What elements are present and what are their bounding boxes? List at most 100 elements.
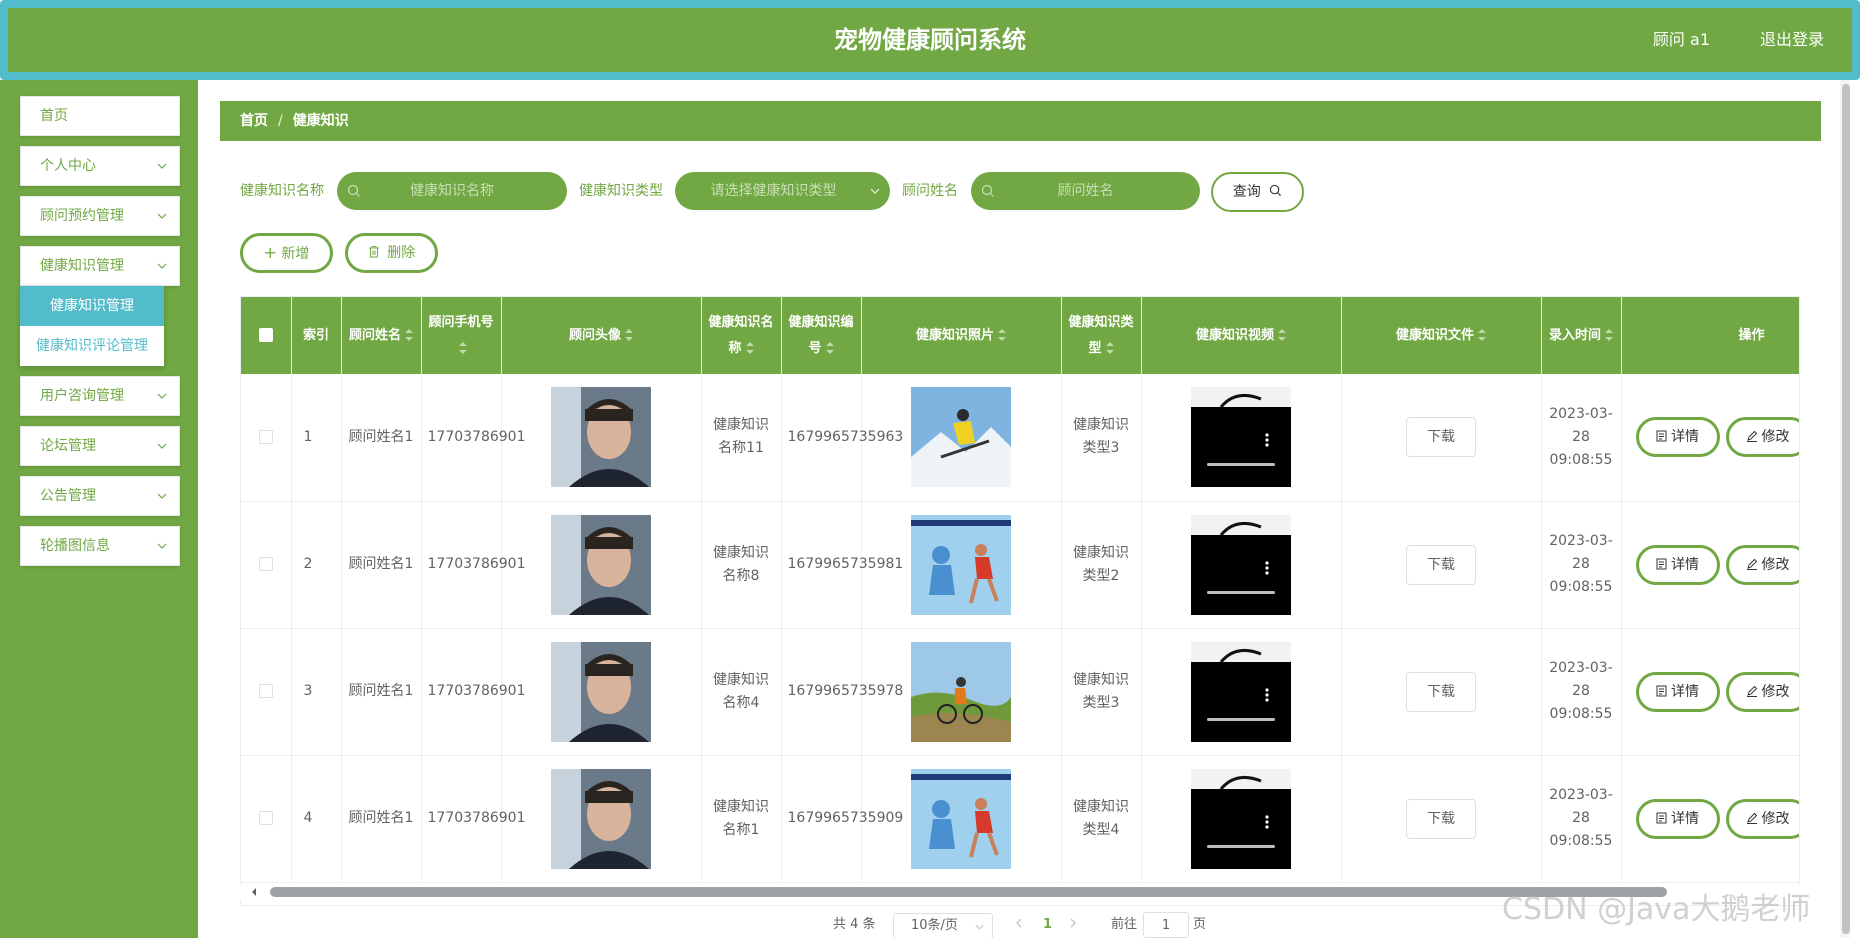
cell-name: 健康知识名称8 [701, 501, 782, 629]
header-advisor-avatar[interactable]: 顾问头像 [501, 297, 702, 374]
sidebar-item-label: 健康知识管理 [40, 258, 124, 274]
sort-icon[interactable] [405, 329, 413, 341]
search-advisor-input[interactable]: 顾问姓名 [971, 172, 1200, 210]
sort-icon[interactable] [1105, 342, 1114, 354]
row-checkbox[interactable] [258, 811, 273, 825]
sidebar-item-forum[interactable]: 论坛管理 [20, 426, 180, 466]
row-select-cell[interactable] [241, 374, 292, 502]
page-size-select[interactable]: 10条/页 [893, 913, 993, 938]
sidebar-item-personal-center[interactable]: 个人中心 [20, 146, 180, 186]
sidebar-item-home[interactable]: 首页 [20, 96, 180, 136]
header-video[interactable]: 健康知识视频 [1141, 297, 1342, 374]
cell-name: 健康知识名称1 [701, 755, 782, 883]
sidebar-item-carousel[interactable]: 轮播图信息 [20, 526, 180, 566]
row-select-cell[interactable] [241, 628, 292, 756]
header-time[interactable]: 录入时间 [1541, 297, 1622, 374]
detail-button-label: 详情 [1671, 429, 1699, 446]
detail-button[interactable]: 详情 [1635, 671, 1720, 712]
header-time-label: 录入时间 [1548, 327, 1601, 343]
advisor-avatar [551, 641, 651, 742]
chevron-down-icon [155, 427, 169, 465]
cell-time: 2023-03-28 09:08:55 [1541, 628, 1622, 756]
cell-time: 2023-03-28 09:08:55 [1541, 755, 1622, 883]
sort-icon[interactable] [1478, 329, 1486, 341]
sort-icon[interactable] [625, 329, 633, 341]
breadcrumb-current: 健康知识 [292, 113, 349, 129]
download-button[interactable]: 下载 [1406, 417, 1476, 458]
row-select-cell[interactable] [241, 501, 292, 629]
select-all-cell[interactable] [241, 297, 292, 374]
submenu-item-health-knowledge[interactable]: 健康知识管理 [20, 286, 164, 326]
row-checkbox[interactable] [258, 684, 273, 698]
page-number-current[interactable]: 1 [1043, 912, 1052, 938]
prev-page-button[interactable] [1015, 912, 1022, 938]
knowledge-video[interactable] [1191, 387, 1291, 488]
logout-button[interactable]: 退出登录 [1760, 8, 1824, 72]
health-knowledge-submenu: 健康知识管理 健康知识评论管理 [20, 286, 164, 366]
search-name-input[interactable]: 健康知识名称 [337, 172, 567, 210]
header-type[interactable]: 健康知识类型 [1061, 297, 1142, 374]
header-photo[interactable]: 健康知识照片 [861, 297, 1062, 374]
current-user: 顾问 a1 [1652, 30, 1710, 49]
chevron-down-icon [155, 477, 169, 515]
header-name[interactable]: 健康知识名称 [701, 297, 782, 374]
horizontal-scrollbar-thumb[interactable] [270, 887, 1667, 897]
row-select-cell[interactable] [241, 755, 292, 883]
table-row[interactable]: 2 顾问姓名1 17703786901 健康知识名称8 167996573598… [241, 501, 1799, 629]
row-checkbox[interactable] [258, 557, 273, 571]
goto-page-input[interactable]: 1 [1143, 912, 1189, 938]
delete-button[interactable]: 删除 [345, 233, 438, 273]
knowledge-video[interactable] [1191, 768, 1291, 869]
chevron-down-icon [975, 924, 984, 930]
cell-advisor-avatar [501, 628, 702, 756]
detail-button[interactable]: 详情 [1635, 417, 1720, 458]
download-button[interactable]: 下载 [1406, 798, 1476, 839]
table-row[interactable]: 3 顾问姓名1 17703786901 健康知识名称4 167996573597… [241, 628, 1799, 756]
sort-icon[interactable] [1605, 329, 1613, 341]
header-file[interactable]: 健康知识文件 [1341, 297, 1542, 374]
next-page-button[interactable] [1070, 912, 1077, 938]
sidebar-item-user-consult[interactable]: 用户咨询管理 [20, 376, 180, 416]
knowledge-video[interactable] [1191, 514, 1291, 615]
query-button[interactable]: 查询 [1211, 172, 1304, 212]
header-advisor-name[interactable]: 顾问姓名 [341, 297, 422, 374]
search-type-select[interactable]: 请选择健康知识类型 [675, 172, 890, 210]
cell-code: 1679965735978 [781, 628, 903, 756]
sidebar-item-announcements[interactable]: 公告管理 [20, 476, 180, 516]
edit-button[interactable]: 修改 [1725, 671, 1799, 712]
detail-button[interactable]: 详情 [1635, 798, 1720, 839]
edit-button[interactable]: 修改 [1725, 417, 1799, 458]
detail-button[interactable]: 详情 [1635, 544, 1720, 585]
sort-icon[interactable] [825, 342, 834, 354]
submenu-item-knowledge-comments[interactable]: 健康知识评论管理 [20, 326, 164, 366]
edit-button[interactable]: 修改 [1725, 544, 1799, 585]
sidebar-item-appointments[interactable]: 顾问预约管理 [20, 196, 180, 236]
download-button[interactable]: 下载 [1406, 544, 1476, 585]
header-code[interactable]: 健康知识编号 [781, 297, 862, 374]
add-button[interactable]: + 新增 [240, 233, 333, 273]
breadcrumb-home[interactable]: 首页 [240, 113, 268, 129]
sort-icon[interactable] [1278, 329, 1286, 341]
detail-button-label: 详情 [1671, 683, 1699, 700]
header-advisor-phone[interactable]: 顾问手机号 [421, 297, 502, 374]
knowledge-video[interactable] [1191, 641, 1291, 742]
select-all-checkbox[interactable] [258, 328, 273, 342]
sidebar-item-health-knowledge[interactable]: 健康知识管理 [20, 246, 180, 286]
sort-icon[interactable] [998, 329, 1006, 341]
scroll-left-icon[interactable] [250, 887, 258, 897]
sort-icon[interactable] [459, 342, 467, 354]
edit-button-label: 修改 [1761, 810, 1790, 827]
sidebar-item-label: 论坛管理 [40, 438, 96, 454]
vertical-scrollbar-thumb[interactable] [1842, 84, 1850, 934]
knowledge-table: 索引 顾问姓名 顾问手机号 顾问头像 健康知识名称 健康知识编号 健康知识照片 … [240, 296, 1800, 906]
table-row[interactable]: 1 顾问姓名1 17703786901 健康知识名称11 16799657359… [241, 374, 1799, 502]
download-button[interactable]: 下载 [1406, 671, 1476, 712]
pagination-total: 共 4 条 [833, 917, 876, 932]
sidebar-item-label: 首页 [40, 108, 68, 124]
edit-button[interactable]: 修改 [1725, 798, 1799, 839]
sort-icon[interactable] [745, 342, 754, 354]
edit-icon [1746, 558, 1757, 570]
row-checkbox[interactable] [258, 429, 273, 444]
table-row[interactable]: 4 顾问姓名1 17703786901 健康知识名称1 167996573590… [241, 755, 1799, 883]
knowledge-photo [911, 641, 1011, 742]
